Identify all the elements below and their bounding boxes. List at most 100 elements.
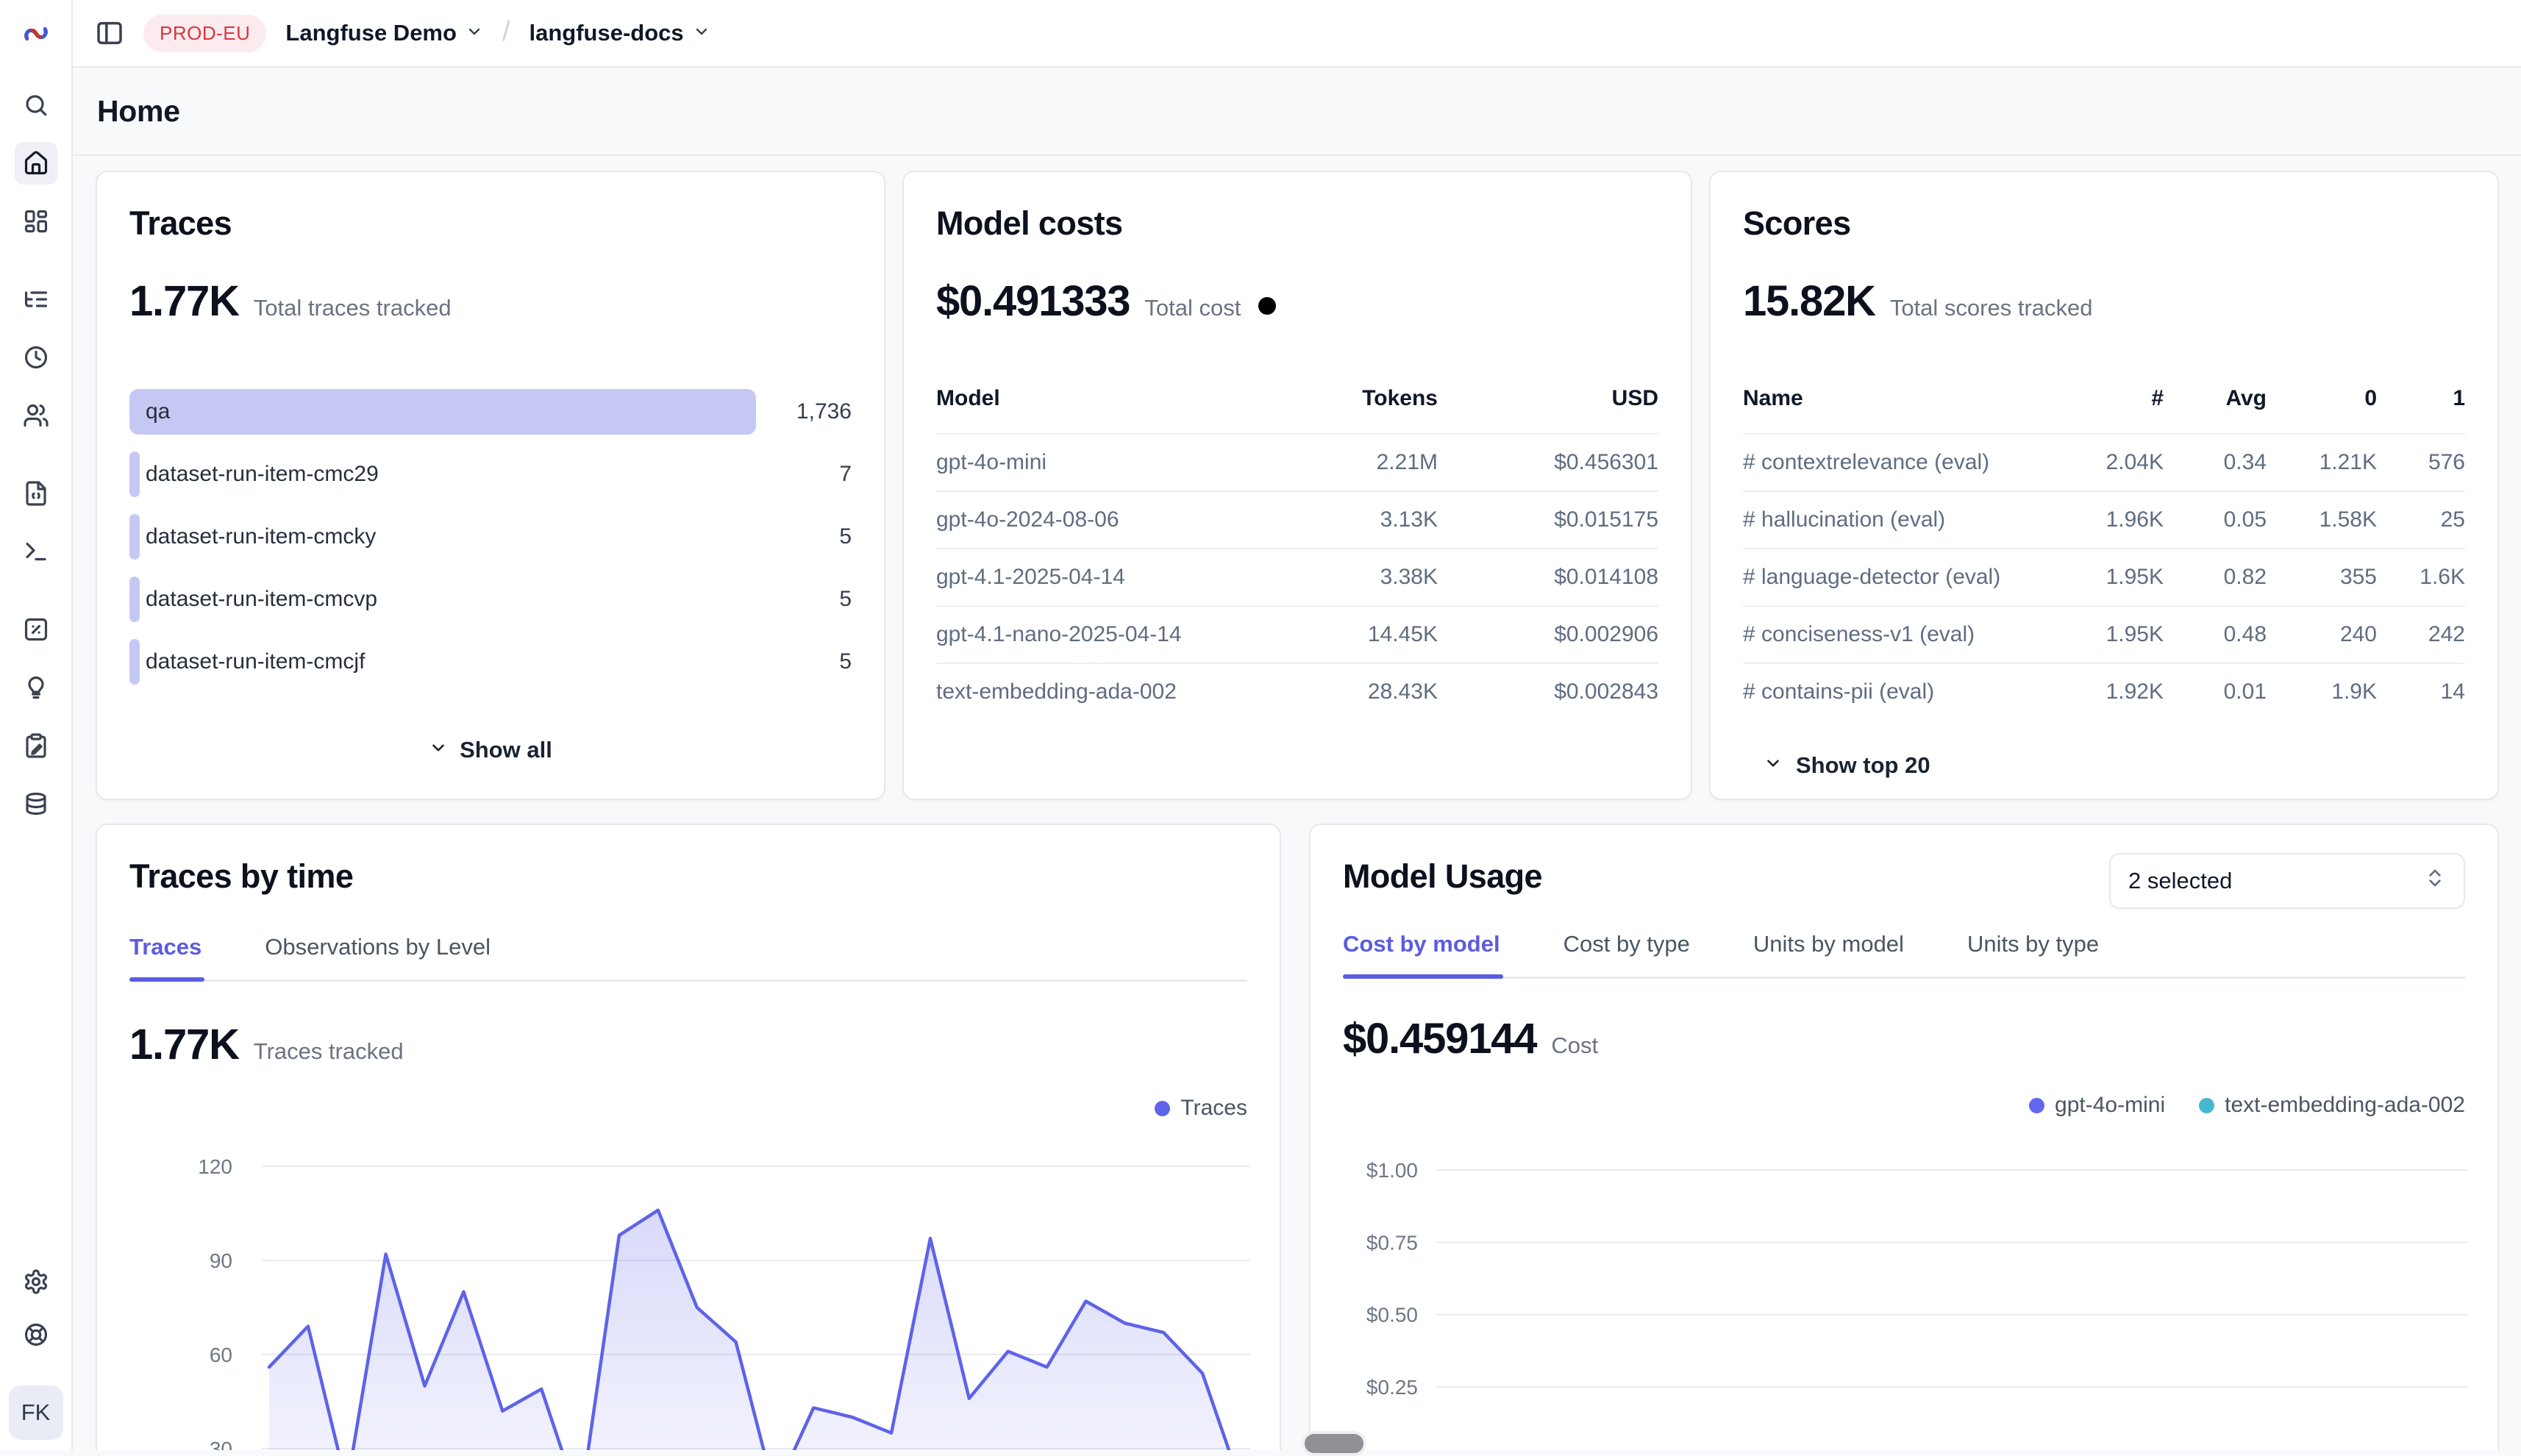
info-icon[interactable]	[1255, 294, 1279, 318]
clipboard-pen-icon	[23, 732, 49, 759]
svg-text:$0.75: $0.75	[1366, 1231, 1418, 1254]
column-header: 0	[2267, 386, 2377, 434]
sidebar-item-tracing[interactable]	[15, 278, 57, 321]
table-row: # contextrelevance (eval)2.04K0.341.21K5…	[1743, 434, 2465, 491]
sidebar-item-exports[interactable]	[15, 782, 57, 825]
sidebar-item-annotation[interactable]	[15, 666, 57, 709]
model-select-dropdown[interactable]: 2 selected	[2109, 853, 2465, 909]
traces-chart-legend: Traces	[129, 1096, 1247, 1121]
column-header: USD	[1438, 386, 1658, 434]
traces-by-time-tabs: Traces Observations by Level	[129, 934, 1247, 982]
legend-label: text-embedding-ada-002	[2225, 1093, 2465, 1118]
tab-cost-by-type[interactable]: Cost by type	[1563, 931, 1693, 977]
chevrons-up-down-icon	[2424, 867, 2446, 889]
trace-bar	[129, 577, 140, 622]
legend-item[interactable]: gpt-4o-mini	[2029, 1093, 2165, 1118]
traces-by-time-card: Traces by time TracesObservations by Lev…	[96, 824, 1281, 1450]
page-header: Home	[73, 68, 2521, 156]
table-cell: 0.48	[2164, 606, 2267, 663]
table-cell: 0.34	[2164, 434, 2267, 491]
column-header: Tokens	[1247, 386, 1438, 434]
panel-left-icon	[95, 18, 124, 48]
table-cell: gpt-4o-2024-08-06	[936, 491, 1247, 549]
table-cell: $0.456301	[1438, 434, 1658, 491]
table-cell: text-embedding-ada-002	[936, 663, 1247, 720]
table-cell: # hallucination (eval)	[1743, 491, 2068, 549]
sidebar-item-datasets[interactable]	[15, 724, 57, 767]
org-switcher[interactable]: Langfuse Demo	[285, 20, 483, 46]
charts-row: Traces by time TracesObservations by Lev…	[96, 824, 2499, 1450]
tab-units-by-model[interactable]: Units by model	[1753, 931, 1907, 977]
langfuse-logo-icon	[22, 20, 50, 48]
sidebar-item-prompts[interactable]	[15, 472, 57, 515]
sidebar-item-evaluators[interactable]	[15, 608, 57, 651]
settings-icon	[23, 1268, 49, 1295]
legend-dot-icon	[1155, 1101, 1170, 1116]
scores-total: 15.82K	[1743, 276, 1875, 326]
table-cell: 0.01	[2164, 663, 2267, 720]
traces-list: qa1,736dataset-run-item-cmc297dataset-ru…	[129, 389, 852, 702]
trace-label: qa	[146, 389, 170, 435]
sidebar-toggle-button[interactable]	[95, 18, 124, 48]
model-usage-title: Model Usage	[1343, 857, 1542, 896]
legend-item[interactable]: text-embedding-ada-002	[2199, 1093, 2465, 1118]
tab-traces[interactable]: Traces	[129, 934, 204, 979]
scrollbar-thumb[interactable]	[1302, 1431, 1366, 1456]
clock-icon	[23, 344, 49, 371]
trace-bar-row: qa 1,736	[129, 389, 852, 435]
chevron-down-icon	[1764, 754, 1783, 773]
sidebar-nav	[15, 84, 57, 841]
sidebar-item-users[interactable]	[15, 394, 57, 437]
table-cell: $0.002906	[1438, 606, 1658, 663]
traces-total-label: Total traces tracked	[254, 295, 452, 321]
avatar[interactable]: FK	[9, 1385, 63, 1440]
trace-bar-row: dataset-run-item-cmc297	[129, 452, 852, 497]
org-name: Langfuse Demo	[285, 20, 457, 46]
sidebar-item-search[interactable]	[15, 84, 57, 126]
trace-bar-row: dataset-run-item-cmcky5	[129, 514, 852, 560]
project-switcher[interactable]: langfuse-docs	[529, 20, 710, 46]
traces-card-title: Traces	[129, 204, 852, 243]
tab-cost-by-model[interactable]: Cost by model	[1343, 931, 1503, 977]
environment-badge: PROD-EU	[143, 15, 266, 52]
table-cell: 25	[2377, 491, 2465, 549]
traces-total: 1.77K	[129, 276, 239, 326]
show-all-button[interactable]: Show all	[429, 737, 552, 763]
column-header: Avg	[2164, 386, 2267, 434]
sidebar-item-support[interactable]	[15, 1313, 57, 1356]
legend-dot-icon	[2199, 1098, 2214, 1113]
column-header: Model	[936, 386, 1247, 434]
sidebar-item-sessions[interactable]	[15, 336, 57, 379]
sidebar-item-settings[interactable]	[15, 1260, 57, 1303]
svg-text:60: 60	[210, 1343, 232, 1366]
model-costs-total-label: Total cost	[1144, 295, 1241, 321]
sidebar-item-playground[interactable]	[15, 530, 57, 573]
traces-by-time-chart: 120906030	[129, 1134, 1247, 1450]
table-cell: 1.92K	[2068, 663, 2164, 720]
trace-label: dataset-run-item-cmc29	[146, 452, 379, 497]
table-cell: $0.002843	[1438, 663, 1658, 720]
table-row: # hallucination (eval)1.96K0.051.58K25	[1743, 491, 2465, 549]
svg-text:120: 120	[198, 1155, 232, 1178]
table-cell: # language-detector (eval)	[1743, 549, 2068, 606]
tab-observations-by-level[interactable]: Observations by Level	[265, 934, 493, 979]
sidebar-item-dashboards[interactable]	[15, 200, 57, 243]
trace-label: dataset-run-item-cmcvp	[146, 577, 377, 622]
show-top-20-button[interactable]: Show top 20	[1764, 752, 1930, 779]
show-all-label: Show all	[460, 737, 552, 763]
table-row: gpt-4o-2024-08-063.13K$0.015175	[936, 491, 1658, 549]
legend-item[interactable]: Traces	[1155, 1096, 1247, 1121]
dashboard-content: Traces 1.77K Total traces tracked qa 1,73…	[73, 156, 2521, 1450]
model-costs-title: Model costs	[936, 204, 1658, 243]
database-icon	[23, 791, 49, 817]
trace-label: dataset-run-item-cmcky	[146, 514, 376, 560]
trace-count: 1,736	[756, 399, 852, 424]
list-tree-icon	[23, 286, 49, 313]
table-row: gpt-4.1-nano-2025-04-1414.45K$0.002906	[936, 606, 1658, 663]
square-percent-icon	[23, 616, 49, 643]
langfuse-logo[interactable]	[0, 0, 71, 68]
table-row: gpt-4o-mini2.21M$0.456301	[936, 434, 1658, 491]
tab-units-by-type[interactable]: Units by type	[1967, 931, 2102, 977]
sidebar-item-home[interactable]	[15, 142, 57, 185]
trace-label: dataset-run-item-cmcjf	[146, 639, 365, 685]
